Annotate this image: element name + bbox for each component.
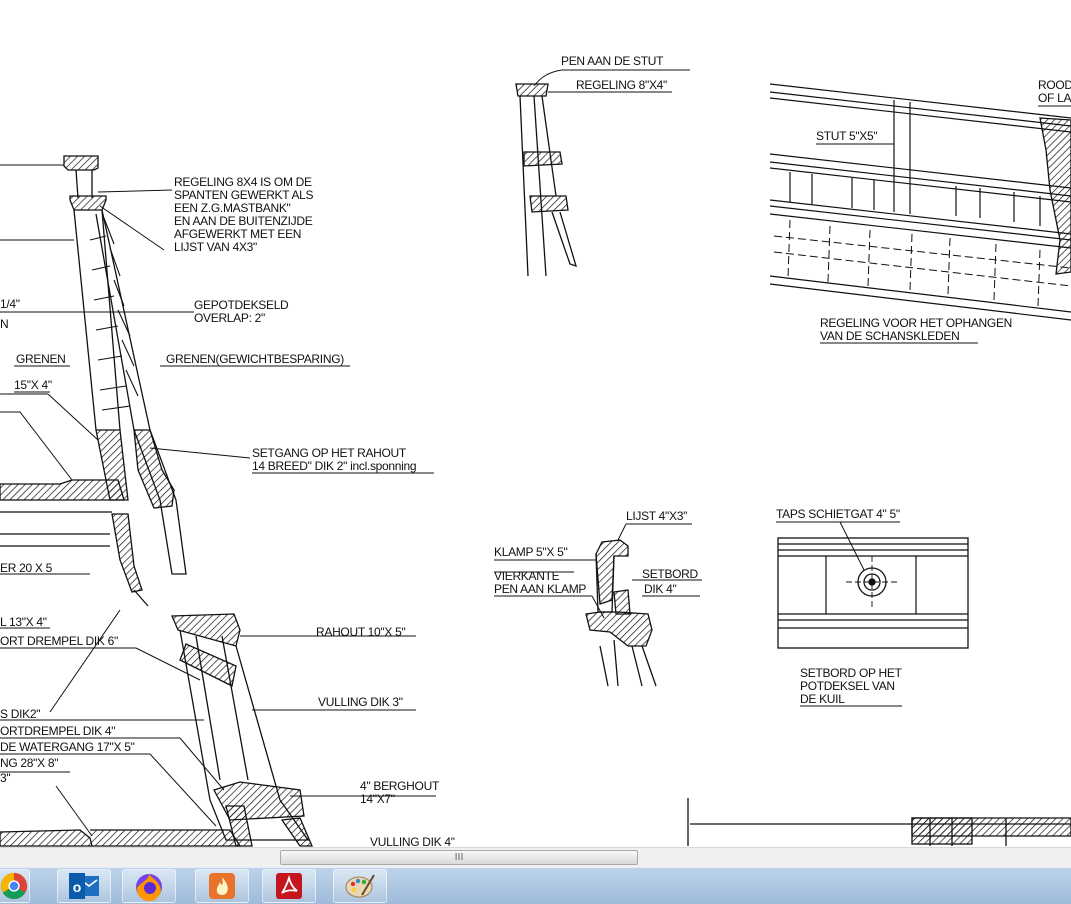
label-klamp: KLAMP 5"X 5"	[494, 545, 567, 559]
label-lijst: LIJST 4"X3"	[626, 509, 687, 523]
label-fragment-ortdrempel-4: ORTDREMPEL DIK 4"	[0, 724, 115, 738]
label-berghout-1: 4" BERGHOUT	[360, 779, 440, 793]
label-setgang-2: 14 BREED" DIK 2" incl.sponning	[252, 459, 416, 473]
label-regeling-mastbank-2: SPANTEN GEWERKT ALS	[174, 188, 314, 202]
label-fragment-ng-28x8: NG 28"X 8"	[0, 756, 58, 770]
taskbar-paint-button[interactable]	[333, 869, 387, 903]
label-fragment-n: N	[0, 317, 8, 331]
label-fragment-dik2: S DIK2"	[0, 707, 40, 721]
label-setbord-1: SETBORD	[642, 567, 699, 581]
label-vulling-4: VULLING DIK 4"	[370, 835, 455, 847]
label-regeling-mastbank-5: AFGEWERKT MET EEN	[174, 227, 301, 241]
firefox-icon	[136, 874, 162, 902]
scrollbar-thumb[interactable]: III	[280, 850, 638, 865]
label-grenen-gewichtbesparing: GRENEN(GEWICHTBESPARING)	[166, 352, 344, 366]
taskbar-firefox-button[interactable]	[122, 869, 176, 903]
label-rood-1: ROOD	[1038, 78, 1071, 92]
label-fragment-3: 3"	[0, 771, 10, 785]
taskbar-fire-app-button[interactable]	[195, 869, 249, 903]
label-gepotdekseld-2: OVERLAP: 2"	[194, 311, 265, 325]
taskbar-chrome-button[interactable]	[0, 869, 30, 903]
label-vulling-3: VULLING DIK 3"	[318, 695, 403, 709]
label-regeling-mastbank-6: LIJST VAN 4X3"	[174, 240, 257, 254]
label-fragment-l-13x4: L 13"X 4"	[0, 615, 47, 629]
paint-icon	[345, 874, 375, 898]
label-rahout: RAHOUT 10"X 5"	[316, 625, 406, 639]
label-stut: STUT 5"X5"	[816, 129, 877, 143]
chrome-icon	[0, 872, 28, 900]
label-fragment-er-20x5: ER 20 X 5	[0, 561, 53, 575]
label-size-15x4: 15"X 4"	[14, 378, 52, 392]
label-rood-2: OF LA	[1038, 91, 1071, 105]
technical-drawing: REGELING 8X4 IS OM DE SPANTEN GEWERKT AL…	[0, 54, 1071, 847]
acrobat-icon	[276, 873, 302, 899]
label-vierkante-1: VIERKANTE	[494, 569, 560, 583]
label-taps-schietgat: TAPS SCHIETGAT 4" 5"	[776, 507, 900, 521]
taskbar-outlook-button[interactable]: o	[57, 869, 111, 903]
label-schanskleden-1: REGELING VOOR HET OPHANGEN	[820, 316, 1012, 330]
label-fragment-ort-drempel: ORT DREMPEL DIK 6"	[0, 634, 118, 648]
label-grenen: GRENEN	[16, 352, 66, 366]
fire-app-icon	[209, 873, 235, 899]
document-viewer: REGELING 8X4 IS OM DE SPANTEN GEWERKT AL…	[0, 0, 1071, 847]
taskbar: o	[0, 867, 1071, 904]
label-setbord-kuil-2: POTDEKSEL VAN	[800, 679, 895, 693]
label-schanskleden-2: VAN DE SCHANSKLEDEN	[820, 329, 959, 343]
outlook-letter: o	[73, 879, 82, 895]
label-pen-aan-de-stut: PEN AAN DE STUT	[561, 54, 664, 68]
label-fragment-watergang: DE WATERGANG 17"X 5"	[0, 740, 135, 754]
taskbar-acrobat-button[interactable]	[262, 869, 316, 903]
label-regeling-mastbank-4: EN AAN DE BUITENZIJDE	[174, 214, 313, 228]
label-regeling-mastbank-1: REGELING 8X4 IS OM DE	[174, 175, 312, 189]
label-regeling-mastbank-3: EEN Z.G.MASTBANK"	[174, 201, 291, 215]
label-setgang-1: SETGANG OP HET RAHOUT	[252, 446, 407, 460]
outlook-icon: o	[69, 873, 99, 899]
label-gepotdekseld-1: GEPOTDEKSELD	[194, 298, 289, 312]
scrollbar-grip: III	[454, 852, 464, 863]
label-fragment-quarter: 1/4"	[0, 297, 20, 311]
label-setbord-kuil-1: SETBORD OP HET	[800, 666, 903, 680]
horizontal-scrollbar[interactable]: III	[0, 847, 1071, 868]
label-setbord-kuil-3: DE KUIL	[800, 692, 845, 706]
label-setbord-2: DIK 4"	[644, 582, 677, 596]
label-berghout-2: 14"X7"	[360, 792, 395, 806]
label-vierkante-2: PEN AAN KLAMP	[494, 582, 586, 596]
label-regeling-8x4: REGELING 8"X4"	[576, 78, 667, 92]
